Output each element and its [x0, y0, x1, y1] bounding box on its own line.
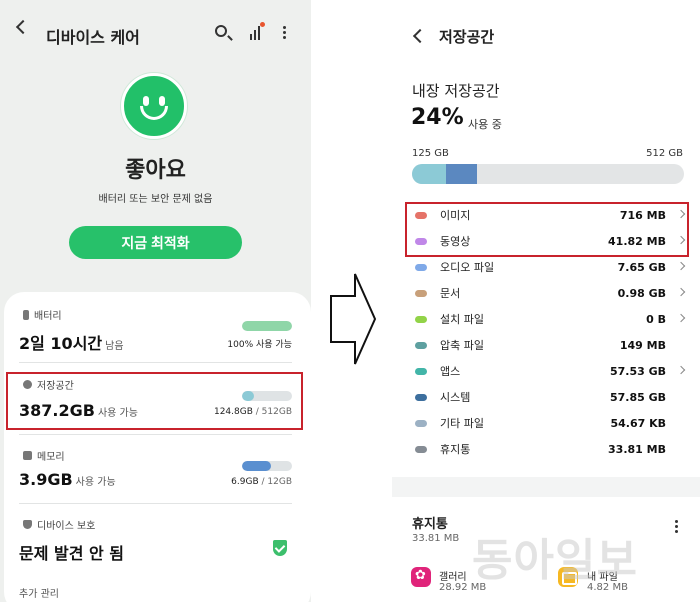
category-size: 57.85 GB: [609, 390, 666, 404]
more-options-icon[interactable]: [675, 520, 678, 534]
notification-dot: [260, 22, 265, 27]
category-name: 압축 파일: [440, 339, 484, 352]
memory-label: 메모리: [23, 448, 65, 463]
category-size: 0 B: [646, 312, 666, 326]
back-arrow-icon[interactable]: [15, 19, 31, 35]
memory-icon: [23, 451, 32, 460]
category-color-dot: [415, 289, 427, 297]
category-row[interactable]: 시스템 57.85 GB: [412, 387, 686, 407]
category-size: 54.67 KB: [610, 416, 666, 430]
gallery-app-icon[interactable]: [411, 567, 431, 587]
category-color-dot: [415, 445, 427, 453]
category-name: 시스템: [440, 391, 471, 404]
chevron-right-icon: [676, 313, 686, 323]
category-color-dot: [415, 315, 427, 323]
protection-label: 디바이스 보호: [23, 517, 95, 532]
category-color-dot: [415, 263, 427, 271]
shield-small-icon: [23, 520, 32, 529]
device-care-screen: 디바이스 케어 좋아요 배터리 또는 보안 문제 없음 지금 최적화 배터리 2…: [0, 0, 311, 602]
battery-value[interactable]: 2일 10시간 남음: [19, 330, 124, 354]
category-size: 57.53 GB: [609, 364, 666, 378]
category-name: 휴지통: [440, 443, 471, 456]
search-icon[interactable]: [215, 25, 227, 37]
shield-check-icon: [273, 540, 287, 556]
category-name: 기타 파일: [440, 417, 484, 430]
memory-bar: [242, 461, 292, 471]
signal-bars-icon[interactable]: [249, 22, 265, 40]
memory-value[interactable]: 3.9GB 사용 가능: [19, 470, 116, 489]
storage-bar-segment: [412, 164, 446, 184]
category-size: 7.65 GB: [617, 260, 666, 274]
category-row[interactable]: 휴지통 33.81 MB: [412, 439, 686, 459]
category-row[interactable]: 앱스 57.53 GB: [412, 361, 686, 381]
divider: [19, 503, 292, 504]
battery-icon: [23, 309, 29, 320]
section-separator: [392, 477, 700, 497]
more-management-label: 추가 관리: [19, 589, 59, 600]
gallery-app-name[interactable]: 갤러리: [439, 568, 467, 583]
more-options-icon[interactable]: [283, 26, 287, 42]
category-size: 0.98 GB: [617, 286, 666, 300]
category-size: 33.81 MB: [608, 442, 666, 456]
highlight-box: [6, 372, 303, 430]
category-row[interactable]: 문서 0.98 GB: [412, 283, 686, 303]
watermark: 동아일보: [472, 535, 638, 586]
internal-storage-label: 내장 저장공간: [412, 82, 500, 100]
battery-bar: [242, 321, 292, 331]
storage-usage-bar: [412, 164, 684, 184]
usage-percent: 24%: [411, 105, 464, 130]
trash-title: 휴지통: [412, 517, 448, 532]
page-title: 저장공간: [439, 28, 495, 46]
storage-bar-segment: [446, 164, 478, 184]
battery-available: 100% 사용 가능: [227, 340, 292, 350]
category-row[interactable]: 기타 파일 54.67 KB: [412, 413, 686, 433]
trash-size: 33.81 MB: [412, 533, 460, 544]
category-color-dot: [415, 367, 427, 375]
category-row[interactable]: 설치 파일 0 B: [412, 309, 686, 329]
chevron-right-icon: [676, 287, 686, 297]
category-name: 앱스: [440, 365, 461, 378]
category-name: 문서: [440, 287, 461, 300]
chevron-right-icon: [676, 365, 686, 375]
highlight-box: [405, 202, 689, 257]
category-name: 오디오 파일: [440, 261, 495, 274]
memory-usage: 6.9GB / 12GB: [231, 477, 292, 487]
category-name: 설치 파일: [440, 313, 484, 326]
category-color-dot: [415, 393, 427, 401]
storage-screen: 저장공간 내장 저장공간 24% 사용 중 125 GB 512 GB 이미지 7…: [392, 0, 700, 602]
category-color-dot: [415, 419, 427, 427]
status-heading: 좋아요: [125, 158, 186, 183]
back-arrow-icon[interactable]: [412, 28, 428, 44]
category-color-dot: [415, 341, 427, 349]
optimize-now-button[interactable]: 지금 최적화: [69, 226, 242, 259]
category-size: 149 MB: [619, 338, 666, 352]
smiley-icon: [121, 73, 187, 139]
used-amount: 125 GB: [412, 148, 449, 159]
category-row[interactable]: 압축 파일 149 MB: [412, 335, 686, 355]
category-row[interactable]: 오디오 파일 7.65 GB: [412, 257, 686, 277]
divider: [19, 362, 292, 363]
divider: [19, 434, 292, 435]
chevron-right-icon: [676, 261, 686, 271]
protection-value[interactable]: 문제 발견 안 됨: [19, 540, 124, 564]
usage-percent-label: 사용 중: [468, 118, 502, 131]
status-subtext: 배터리 또는 보안 문제 없음: [98, 194, 213, 205]
total-amount: 512 GB: [646, 148, 683, 159]
page-title: 디바이스 케어: [46, 28, 140, 47]
right-arrow-icon: [330, 273, 377, 365]
battery-label: 배터리: [23, 307, 62, 322]
